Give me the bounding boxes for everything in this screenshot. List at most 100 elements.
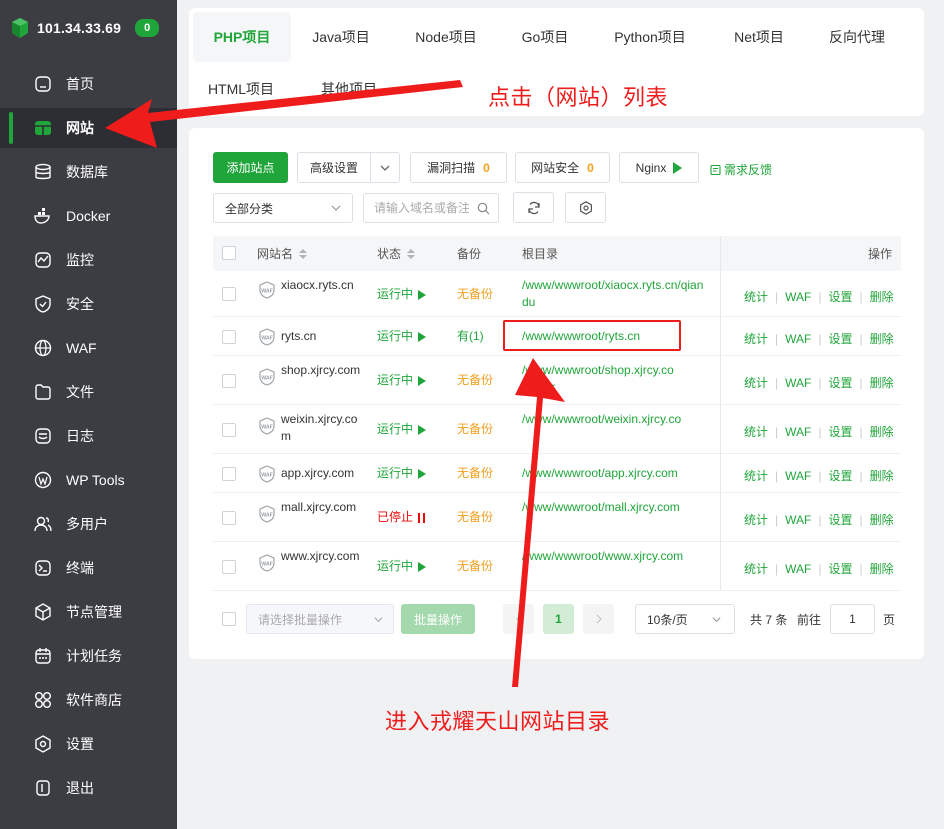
sidebar-item-app-store[interactable]: 软件商店 bbox=[0, 680, 177, 720]
waf-link[interactable]: WAF bbox=[785, 562, 811, 576]
settings-link[interactable]: 设置 bbox=[828, 513, 852, 527]
delete-link[interactable]: 删除 bbox=[870, 332, 894, 346]
site-status-toggle[interactable]: 运行中 bbox=[377, 286, 427, 303]
row-checkbox[interactable] bbox=[222, 511, 236, 525]
batch-operation-button[interactable]: 批量操作 bbox=[401, 604, 475, 634]
settings-link[interactable]: 设置 bbox=[828, 469, 852, 483]
site-name-link[interactable]: weixin.xjrcy.com bbox=[281, 411, 361, 445]
settings-link[interactable]: 设置 bbox=[828, 425, 852, 439]
select-all-checkbox[interactable] bbox=[222, 246, 236, 260]
sidebar-item-wp-tools[interactable]: WP Tools bbox=[0, 460, 177, 500]
tab-java-project[interactable]: Java项目 bbox=[297, 12, 385, 62]
tab-html-project[interactable]: HTML项目 bbox=[201, 64, 281, 114]
row-checkbox[interactable] bbox=[222, 330, 236, 344]
root-directory-link[interactable]: /www/wwwroot/xiaocx.ryts.cn/qiandu bbox=[522, 277, 706, 311]
site-status-toggle[interactable]: 运行中 bbox=[377, 465, 427, 482]
delete-link[interactable]: 删除 bbox=[870, 562, 894, 576]
column-header-name[interactable]: 网站名 bbox=[257, 236, 308, 271]
root-directory-link[interactable]: /www/wwwroot/shop.xjrcy.co server bbox=[522, 362, 706, 396]
sidebar-item-security[interactable]: 安全 bbox=[0, 284, 177, 324]
table-settings-button[interactable] bbox=[565, 192, 606, 223]
sidebar-item-website[interactable]: 网站 bbox=[0, 108, 177, 148]
waf-link[interactable]: WAF bbox=[785, 290, 811, 304]
sidebar-item-node-management[interactable]: 节点管理 bbox=[0, 592, 177, 632]
nginx-button[interactable]: Nginx bbox=[619, 152, 699, 183]
site-name-link[interactable]: shop.xjrcy.com bbox=[281, 362, 361, 379]
site-name-link[interactable]: app.xjrcy.com bbox=[281, 465, 361, 482]
waf-link[interactable]: WAF bbox=[785, 513, 811, 527]
site-status-toggle[interactable]: 运行中 bbox=[377, 558, 427, 575]
batch-operation-select[interactable]: 请选择批量操作 bbox=[246, 604, 394, 634]
sidebar-item-logs[interactable]: 日志 bbox=[0, 416, 177, 456]
sidebar-item-docker[interactable]: Docker bbox=[0, 196, 177, 236]
backup-link[interactable]: 有(1) bbox=[457, 328, 484, 345]
site-status-toggle[interactable]: 运行中 bbox=[377, 328, 427, 345]
delete-link[interactable]: 删除 bbox=[870, 425, 894, 439]
vuln-scan-button[interactable]: 漏洞扫描 0 bbox=[410, 152, 507, 183]
row-checkbox[interactable] bbox=[222, 374, 236, 388]
tab-go-project[interactable]: Go项目 bbox=[507, 12, 583, 62]
site-security-button[interactable]: 网站安全 0 bbox=[515, 152, 610, 183]
sidebar-item-scheduled-tasks[interactable]: 计划任务 bbox=[0, 636, 177, 676]
stats-link[interactable]: 统计 bbox=[744, 376, 768, 390]
backup-link[interactable]: 无备份 bbox=[457, 421, 493, 438]
backup-link[interactable]: 无备份 bbox=[457, 465, 493, 482]
column-header-status[interactable]: 状态 bbox=[377, 236, 416, 271]
waf-link[interactable]: WAF bbox=[785, 332, 811, 346]
root-directory-link[interactable]: /www/wwwroot/app.xjrcy.com bbox=[522, 465, 706, 482]
settings-link[interactable]: 设置 bbox=[828, 332, 852, 346]
next-page-button[interactable] bbox=[583, 604, 614, 634]
category-select[interactable]: 全部分类 bbox=[213, 193, 353, 223]
sidebar-item-home[interactable]: 首页 bbox=[0, 64, 177, 104]
sidebar-item-monitor[interactable]: 监控 bbox=[0, 240, 177, 280]
add-site-button[interactable]: 添加站点 bbox=[213, 152, 288, 183]
refresh-button[interactable] bbox=[513, 192, 554, 223]
sidebar-item-files[interactable]: 文件 bbox=[0, 372, 177, 412]
site-status-toggle[interactable]: 运行中 bbox=[377, 372, 427, 389]
settings-link[interactable]: 设置 bbox=[828, 376, 852, 390]
backup-link[interactable]: 无备份 bbox=[457, 372, 493, 389]
sidebar-item-multi-user[interactable]: 多用户 bbox=[0, 504, 177, 544]
advanced-settings-button[interactable]: 高级设置 bbox=[297, 152, 371, 183]
goto-page-input[interactable]: 1 bbox=[830, 604, 875, 634]
page-size-select[interactable]: 10条/页 bbox=[635, 604, 735, 634]
backup-link[interactable]: 无备份 bbox=[457, 558, 493, 575]
settings-link[interactable]: 设置 bbox=[828, 562, 852, 576]
site-name-link[interactable]: xiaocx.ryts.cn bbox=[281, 277, 361, 294]
stats-link[interactable]: 统计 bbox=[744, 513, 768, 527]
search-button[interactable] bbox=[469, 193, 499, 223]
page-number-current[interactable]: 1 bbox=[543, 604, 574, 634]
sidebar-item-terminal[interactable]: 终端 bbox=[0, 548, 177, 588]
site-name-link[interactable]: ryts.cn bbox=[281, 328, 361, 345]
stats-link[interactable]: 统计 bbox=[744, 425, 768, 439]
tab-python-project[interactable]: Python项目 bbox=[597, 12, 703, 62]
stats-link[interactable]: 统计 bbox=[744, 290, 768, 304]
sidebar-item-logout[interactable]: 退出 bbox=[0, 768, 177, 808]
row-checkbox[interactable] bbox=[222, 287, 236, 301]
root-directory-link[interactable]: /www/wwwroot/weixin.xjrcy.co bbox=[522, 411, 706, 428]
backup-link[interactable]: 无备份 bbox=[457, 286, 493, 303]
feedback-link[interactable]: 需求反馈 bbox=[710, 161, 772, 178]
delete-link[interactable]: 删除 bbox=[870, 469, 894, 483]
tab-net-project[interactable]: Net项目 bbox=[717, 12, 801, 62]
row-checkbox[interactable] bbox=[222, 467, 236, 481]
prev-page-button[interactable] bbox=[503, 604, 534, 634]
sidebar-item-database[interactable]: 数据库 bbox=[0, 152, 177, 192]
row-checkbox[interactable] bbox=[222, 423, 236, 437]
sidebar-item-settings[interactable]: 设置 bbox=[0, 724, 177, 764]
tab-reverse-proxy[interactable]: 反向代理 bbox=[813, 12, 901, 62]
domain-search-input[interactable] bbox=[363, 193, 470, 223]
stats-link[interactable]: 统计 bbox=[744, 469, 768, 483]
delete-link[interactable]: 删除 bbox=[870, 290, 894, 304]
stats-link[interactable]: 统计 bbox=[744, 562, 768, 576]
row-checkbox[interactable] bbox=[222, 560, 236, 574]
waf-link[interactable]: WAF bbox=[785, 376, 811, 390]
stats-link[interactable]: 统计 bbox=[744, 332, 768, 346]
site-name-link[interactable]: mall.xjrcy.com bbox=[281, 499, 361, 516]
site-status-toggle[interactable]: 运行中 bbox=[377, 421, 427, 438]
batch-select-checkbox[interactable] bbox=[222, 612, 236, 626]
delete-link[interactable]: 删除 bbox=[870, 513, 894, 527]
settings-link[interactable]: 设置 bbox=[828, 290, 852, 304]
root-directory-link[interactable]: /www/wwwroot/mall.xjrcy.com bbox=[522, 499, 706, 516]
backup-link[interactable]: 无备份 bbox=[457, 509, 493, 526]
